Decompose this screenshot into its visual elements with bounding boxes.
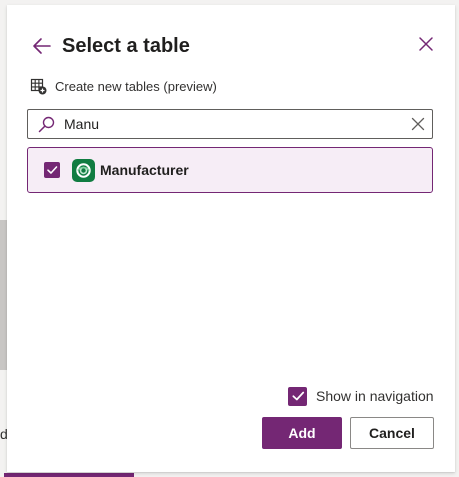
table-name: Manufacturer xyxy=(100,162,189,178)
search-box[interactable] xyxy=(27,109,433,139)
table-add-icon xyxy=(30,78,47,94)
background-accent-bar xyxy=(4,473,134,477)
cancel-button[interactable]: Cancel xyxy=(350,417,434,449)
table-row-manufacturer[interactable]: Manufacturer xyxy=(27,147,433,193)
show-in-navigation-checkbox[interactable]: Show in navigation xyxy=(288,386,434,406)
arrow-left-icon xyxy=(33,38,51,54)
show-in-navigation-label: Show in navigation xyxy=(316,388,434,404)
back-button[interactable] xyxy=(31,35,53,57)
search-icon xyxy=(38,116,55,133)
show-in-navigation-box[interactable] xyxy=(288,386,307,406)
search-input[interactable] xyxy=(64,114,394,134)
dataverse-table-icon xyxy=(72,158,95,182)
dialog-title: Select a table xyxy=(62,35,190,57)
add-button[interactable]: Add xyxy=(262,417,342,449)
select-table-dialog: Select a table Create new tables (previe… xyxy=(7,5,455,472)
create-new-tables-label: Create new tables (preview) xyxy=(55,78,217,94)
create-new-tables-link[interactable]: Create new tables (preview) xyxy=(30,76,217,96)
checkmark-icon xyxy=(291,391,304,401)
clear-icon[interactable] xyxy=(411,117,425,131)
close-icon xyxy=(419,37,433,51)
close-button[interactable] xyxy=(417,35,435,53)
row-checkbox[interactable] xyxy=(44,162,60,178)
checkmark-icon xyxy=(47,166,58,174)
